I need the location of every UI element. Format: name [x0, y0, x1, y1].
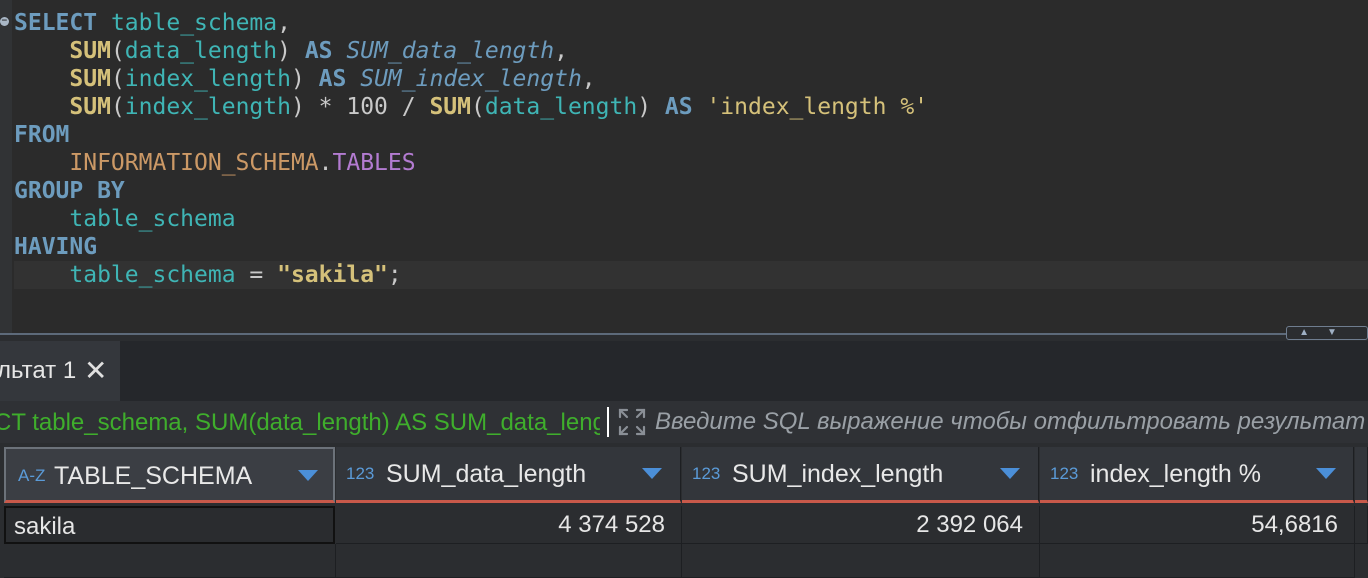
table-cell[interactable]: 4 374 528 — [336, 506, 682, 544]
empty-row — [0, 544, 1368, 578]
column-header-label: index_length % — [1090, 460, 1261, 488]
filter-input[interactable] — [655, 401, 1368, 443]
code-line: INFORMATION_SCHEMA.TABLES — [69, 150, 416, 176]
results-grid: A-Z TABLE_SCHEMA 123 SUM_data_length 123… — [0, 447, 1368, 578]
column-header-table-schema[interactable]: A-Z TABLE_SCHEMA — [4, 447, 335, 503]
chevron-down-icon[interactable] — [298, 470, 318, 481]
chevron-down-icon[interactable] — [642, 468, 662, 479]
results-tab-bar: льтат 1 ✕ — [0, 341, 1368, 401]
chevron-down-icon[interactable] — [1000, 468, 1020, 479]
fold-minus-icon[interactable]: − — [0, 17, 9, 26]
table-row[interactable]: sakila 4 374 528 2 392 064 54,6816 — [0, 506, 1368, 544]
table-cell[interactable]: 2 392 064 — [682, 506, 1040, 544]
expand-icon[interactable] — [617, 407, 647, 437]
filter-bar: CT table_schema, SUM(data_length) AS SUM… — [0, 401, 1368, 443]
number-type-icon: 123 — [346, 464, 375, 483]
tab-label: льтат 1 — [0, 357, 77, 384]
number-type-icon: 123 — [692, 464, 721, 483]
tab-result-1[interactable]: льтат 1 ✕ — [0, 341, 120, 401]
empty-cell — [682, 544, 1040, 578]
column-header-sum-index-length[interactable]: 123 SUM_index_length — [682, 447, 1039, 503]
sql-editor[interactable]: − SELECT table_schema, SUM(data_length) … — [0, 0, 1368, 334]
table-cell[interactable]: sakila — [4, 506, 335, 544]
panel-splitter[interactable] — [0, 333, 1368, 335]
splitter-arrows-icon[interactable]: ▲▼ — [1286, 326, 1368, 340]
code-line: table_schema — [69, 206, 236, 232]
editor-gutter: − — [0, 0, 12, 334]
code-line: SUM(data_length) AS SUM_data_length, — [69, 38, 568, 64]
code-line: HAVING — [14, 234, 98, 260]
empty-cell — [4, 544, 336, 578]
code-line: GROUP BY — [14, 178, 125, 204]
code-line: SUM(index_length) * 100 / SUM(data_lengt… — [69, 94, 929, 120]
code-line: SELECT table_schema, — [14, 10, 291, 36]
sql-code[interactable]: SELECT table_schema, SUM(data_length) AS… — [14, 9, 1368, 289]
column-header-label: TABLE_SCHEMA — [54, 462, 253, 490]
table-cell[interactable]: 54,6816 — [1040, 506, 1355, 544]
close-icon[interactable]: ✕ — [84, 341, 107, 401]
code-line: FROM — [14, 122, 70, 148]
column-header-index-length-pct[interactable]: 123 index_length % — [1040, 447, 1354, 503]
table-cell-filler — [1355, 506, 1368, 544]
column-header-sum-data-length[interactable]: 123 SUM_data_length — [336, 447, 681, 503]
code-line-current: table_schema = "sakila"; — [14, 261, 1368, 289]
text-type-icon: A-Z — [18, 466, 46, 485]
column-header-label: SUM_data_length — [386, 460, 587, 488]
number-type-icon: 123 — [1050, 464, 1079, 483]
empty-cell — [1040, 544, 1355, 578]
column-header-filler — [1355, 447, 1368, 503]
empty-cell — [336, 544, 682, 578]
chevron-down-icon[interactable] — [1316, 468, 1336, 479]
column-header-label: SUM_index_length — [732, 460, 944, 488]
query-text[interactable]: CT table_schema, SUM(data_length) AS SUM… — [0, 401, 600, 443]
code-line: SUM(index_length) AS SUM_index_length, — [69, 66, 596, 92]
text-caret — [607, 407, 609, 437]
